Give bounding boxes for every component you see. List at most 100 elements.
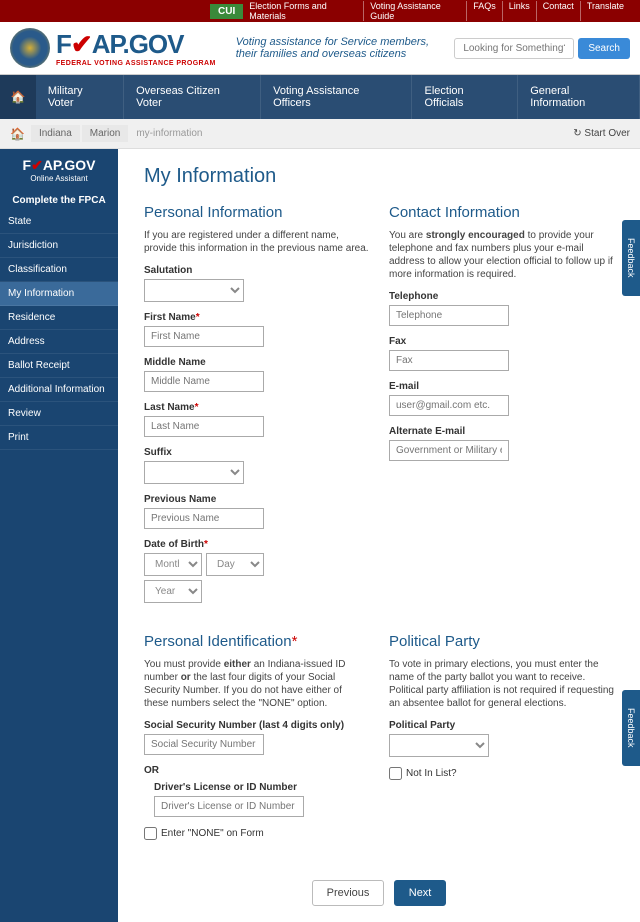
- search-input[interactable]: [454, 38, 574, 59]
- breadcrumb-current: my-information: [136, 128, 202, 139]
- contact-heading: Contact Information: [389, 204, 614, 221]
- search-button[interactable]: Search: [578, 38, 630, 59]
- sidebar-item-review[interactable]: Review: [0, 402, 118, 426]
- alt-label: Alternate E-mail: [389, 426, 614, 437]
- tagline-red: FEDERAL VOTING ASSISTANCE PROGRAM: [56, 60, 216, 67]
- feedback-tab[interactable]: Feedback: [622, 220, 640, 296]
- page-title: My Information: [144, 165, 614, 188]
- sidebar-logo: F✔AP.GOV Online Assistant: [0, 149, 118, 191]
- top-link-faqs[interactable]: FAQs: [467, 1, 503, 21]
- none-label: Enter "NONE" on Form: [161, 828, 264, 839]
- breadcrumb-county[interactable]: Marion: [82, 125, 129, 142]
- fvap-logo: F✔AP.GOV: [56, 29, 216, 60]
- breadcrumb-home-icon[interactable]: 🏠: [10, 127, 25, 141]
- top-link-links[interactable]: Links: [503, 1, 537, 21]
- dob-year-select[interactable]: Year: [144, 580, 202, 603]
- tagline-1: Voting assistance for Service members,: [236, 36, 429, 48]
- tagline-2: their families and overseas citizens: [236, 48, 429, 60]
- dl-input[interactable]: [154, 796, 304, 817]
- sidebar: F✔AP.GOV Online Assistant Complete the F…: [0, 149, 118, 922]
- sidebar-nav: State Jurisdiction Classification My Inf…: [0, 210, 118, 450]
- tel-input[interactable]: [389, 305, 509, 326]
- party-heading: Political Party: [389, 633, 614, 650]
- cui-badge: CUI: [210, 4, 243, 19]
- nav-general[interactable]: General Information: [518, 75, 640, 119]
- last-label: Last Name*: [144, 402, 369, 413]
- sidebar-item-ballot[interactable]: Ballot Receipt: [0, 354, 118, 378]
- breadcrumb-state[interactable]: Indiana: [31, 125, 80, 142]
- nav-military[interactable]: Military Voter: [36, 75, 124, 119]
- sidebar-item-print[interactable]: Print: [0, 426, 118, 450]
- sidebar-item-address[interactable]: Address: [0, 330, 118, 354]
- top-link-forms[interactable]: Election Forms and Materials: [243, 1, 364, 21]
- prev-label: Previous Name: [144, 494, 369, 505]
- feedback-tab-2[interactable]: Feedback: [622, 690, 640, 766]
- dob-day-select[interactable]: Day: [206, 553, 264, 576]
- logo-area[interactable]: F✔AP.GOV FEDERAL VOTING ASSISTANCE PROGR…: [10, 28, 216, 68]
- sidebar-item-residence[interactable]: Residence: [0, 306, 118, 330]
- top-links: Election Forms and Materials Voting Assi…: [243, 1, 630, 21]
- sidebar-item-jurisdiction[interactable]: Jurisdiction: [0, 234, 118, 258]
- personal-section: Personal Information If you are register…: [144, 204, 369, 613]
- sidebar-title: Complete the FPCA: [0, 191, 118, 210]
- search-area: Search: [454, 38, 630, 59]
- breadcrumb-bar: 🏠 Indiana Marion my-information ↻ Start …: [0, 119, 640, 149]
- or-text: OR: [144, 765, 369, 776]
- email-input[interactable]: [389, 395, 509, 416]
- last-input[interactable]: [144, 416, 264, 437]
- header: F✔AP.GOV FEDERAL VOTING ASSISTANCE PROGR…: [0, 22, 640, 75]
- sidebar-item-myinfo[interactable]: My Information: [0, 282, 118, 306]
- ident-help: You must provide either an Indiana-issue…: [144, 658, 369, 710]
- email-label: E-mail: [389, 381, 614, 392]
- nav-overseas[interactable]: Overseas Citizen Voter: [124, 75, 261, 119]
- nav-officials[interactable]: Election Officials: [412, 75, 518, 119]
- notlist-label: Not In List?: [406, 768, 457, 779]
- prev-input[interactable]: [144, 508, 264, 529]
- nav-buttons: Previous Next: [144, 880, 614, 906]
- previous-button[interactable]: Previous: [312, 880, 385, 906]
- middle-label: Middle Name: [144, 357, 369, 368]
- first-input[interactable]: [144, 326, 264, 347]
- none-checkbox[interactable]: [144, 827, 157, 840]
- fax-label: Fax: [389, 336, 614, 347]
- check-icon: ✔: [71, 29, 92, 59]
- sidebar-item-additional[interactable]: Additional Information: [0, 378, 118, 402]
- middle-input[interactable]: [144, 371, 264, 392]
- salutation-select[interactable]: [144, 279, 244, 302]
- top-bar: CUI Election Forms and Materials Voting …: [0, 0, 640, 22]
- contact-help: You are strongly encouraged to provide y…: [389, 229, 614, 281]
- home-icon[interactable]: 🏠: [0, 75, 36, 119]
- ssn-label: Social Security Number (last 4 digits on…: [144, 720, 369, 731]
- dob-month-select[interactable]: Month: [144, 553, 202, 576]
- ident-heading: Personal Identification*: [144, 633, 369, 650]
- personal-heading: Personal Information: [144, 204, 369, 221]
- dod-seal-icon: [10, 28, 50, 68]
- dl-label: Driver's License or ID Number: [154, 782, 369, 793]
- suffix-select[interactable]: [144, 461, 244, 484]
- tel-label: Telephone: [389, 291, 614, 302]
- top-link-guide[interactable]: Voting Assistance Guide: [364, 1, 467, 21]
- alt-input[interactable]: [389, 440, 509, 461]
- dob-label: Date of Birth*: [144, 539, 369, 550]
- party-section: Political Party To vote in primary elect…: [389, 633, 614, 840]
- personal-help: If you are registered under a different …: [144, 229, 369, 255]
- ident-section: Personal Identification* You must provid…: [144, 633, 369, 840]
- party-help: To vote in primary elections, you must e…: [389, 658, 614, 710]
- sidebar-item-state[interactable]: State: [0, 210, 118, 234]
- fax-input[interactable]: [389, 350, 509, 371]
- main-nav: 🏠 Military Voter Overseas Citizen Voter …: [0, 75, 640, 119]
- first-label: First Name*: [144, 312, 369, 323]
- suffix-label: Suffix: [144, 447, 369, 458]
- sidebar-item-classification[interactable]: Classification: [0, 258, 118, 282]
- salutation-label: Salutation: [144, 265, 369, 276]
- main-content: My Information Personal Information If y…: [118, 149, 640, 922]
- start-over-button[interactable]: ↻ Start Over: [573, 128, 630, 139]
- party-select[interactable]: [389, 734, 489, 757]
- nav-vao[interactable]: Voting Assistance Officers: [261, 75, 412, 119]
- ssn-input[interactable]: [144, 734, 264, 755]
- top-link-contact[interactable]: Contact: [537, 1, 581, 21]
- contact-section: Contact Information You are strongly enc…: [389, 204, 614, 613]
- notlist-checkbox[interactable]: [389, 767, 402, 780]
- next-button[interactable]: Next: [394, 880, 447, 906]
- top-link-translate[interactable]: Translate: [581, 1, 630, 21]
